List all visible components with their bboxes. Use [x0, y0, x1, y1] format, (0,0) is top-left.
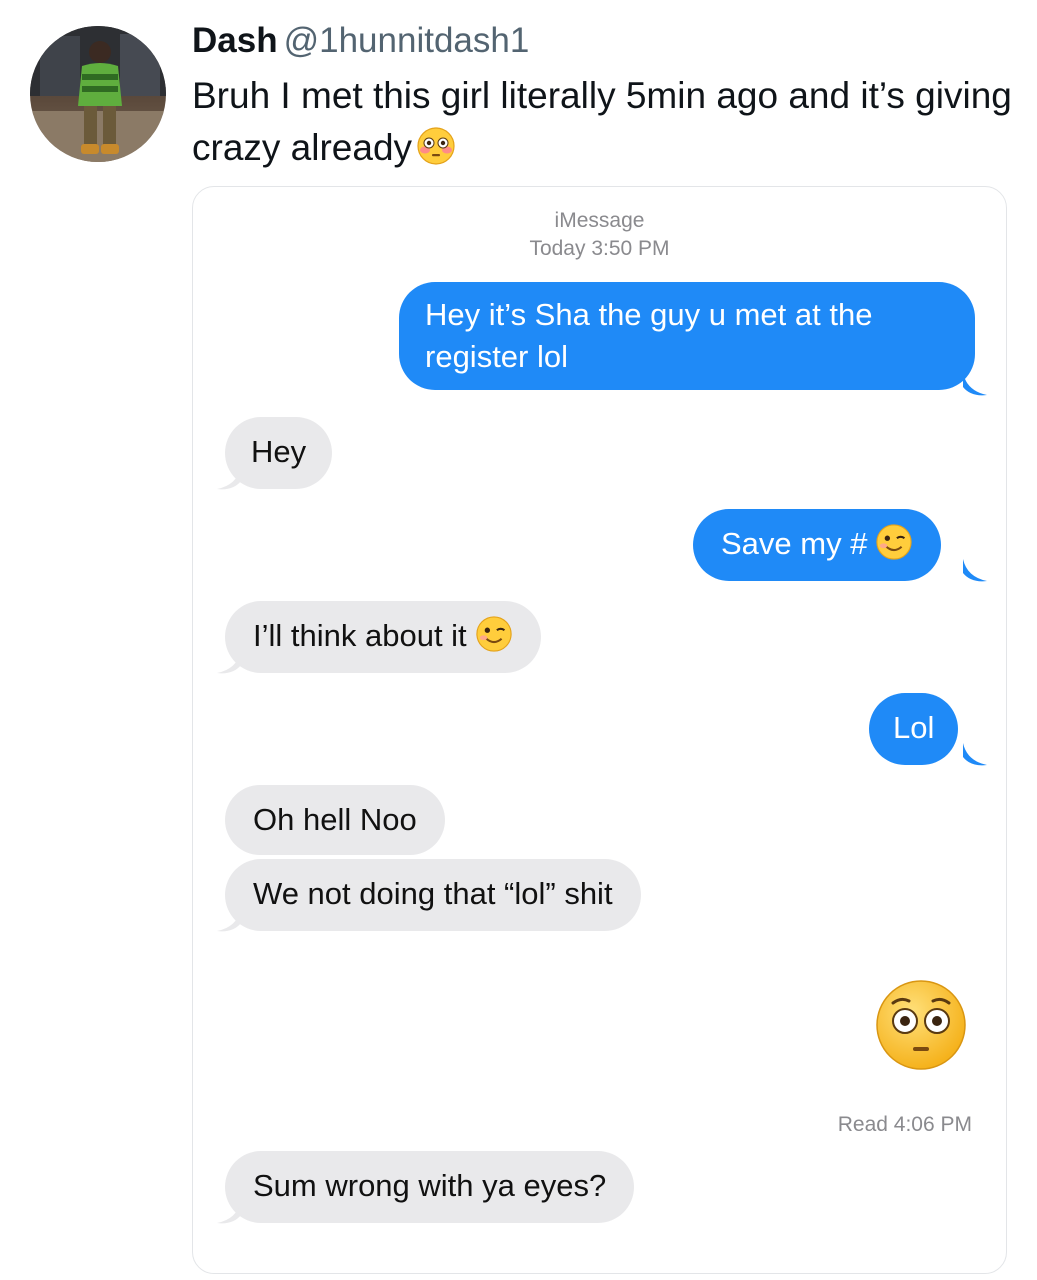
- bubble-tail: [963, 373, 987, 396]
- tweet-text-block: Bruh I met this girl literally 5min ago …: [192, 70, 1012, 174]
- message-bubble-incoming: Hey: [225, 417, 333, 489]
- message-text: Oh hell Noo: [253, 802, 417, 837]
- message-bubble-outgoing: Save my #: [693, 509, 942, 581]
- bubble-tail: [217, 1201, 241, 1224]
- tweet-author: Dash @1hunnitdash1: [192, 18, 529, 64]
- message-text: Save my #: [721, 526, 868, 561]
- tweet-text: Bruh I met this girl literally 5min ago …: [192, 75, 1012, 168]
- bubble-tail: [217, 467, 241, 490]
- message-bubble-incoming: Oh hell Noo: [225, 785, 445, 855]
- winking-face-icon: [876, 524, 913, 560]
- message-text: We not doing that “lol” shit: [253, 876, 613, 911]
- user-handle[interactable]: @1hunnitdash1: [284, 21, 530, 60]
- message-text: Hey it’s Sha the guy u met at the regist…: [425, 297, 873, 374]
- flushed-face-icon: [876, 980, 966, 1070]
- message-text: Sum wrong with ya eyes?: [253, 1168, 607, 1203]
- message-bubble-outgoing: Lol: [869, 693, 959, 765]
- message-bubble-incoming: We not doing that “lol” shit: [225, 859, 641, 931]
- display-name[interactable]: Dash: [192, 21, 278, 60]
- conversation-timestamp: Today 3:50 PM: [529, 237, 670, 260]
- flushed-face-icon: [417, 127, 455, 165]
- avatar-photo: [30, 26, 166, 162]
- service-label: iMessage: [554, 209, 645, 232]
- message-bubble-incoming: Sum wrong with ya eyes?: [225, 1151, 635, 1223]
- message-bubble-outgoing: Hey it’s Sha the guy u met at the regist…: [399, 282, 975, 390]
- message-text: Lol: [893, 710, 935, 745]
- media-card[interactable]: iMessage Today 3:50 PM Hey it’s Sha the …: [192, 186, 1007, 1274]
- message-text: I’ll think about it: [253, 618, 467, 653]
- winking-face-icon: [476, 616, 512, 652]
- bubble-tail: [217, 651, 241, 674]
- message-text: Hey: [251, 434, 307, 469]
- bubble-tail: [963, 743, 987, 766]
- bubble-tail: [963, 559, 987, 582]
- avatar[interactable]: [30, 26, 166, 162]
- bubble-tail: [217, 909, 241, 932]
- read-receipt: Read 4:06 PM: [837, 1113, 972, 1136]
- message-bubble-incoming: I’ll think about it: [225, 601, 541, 673]
